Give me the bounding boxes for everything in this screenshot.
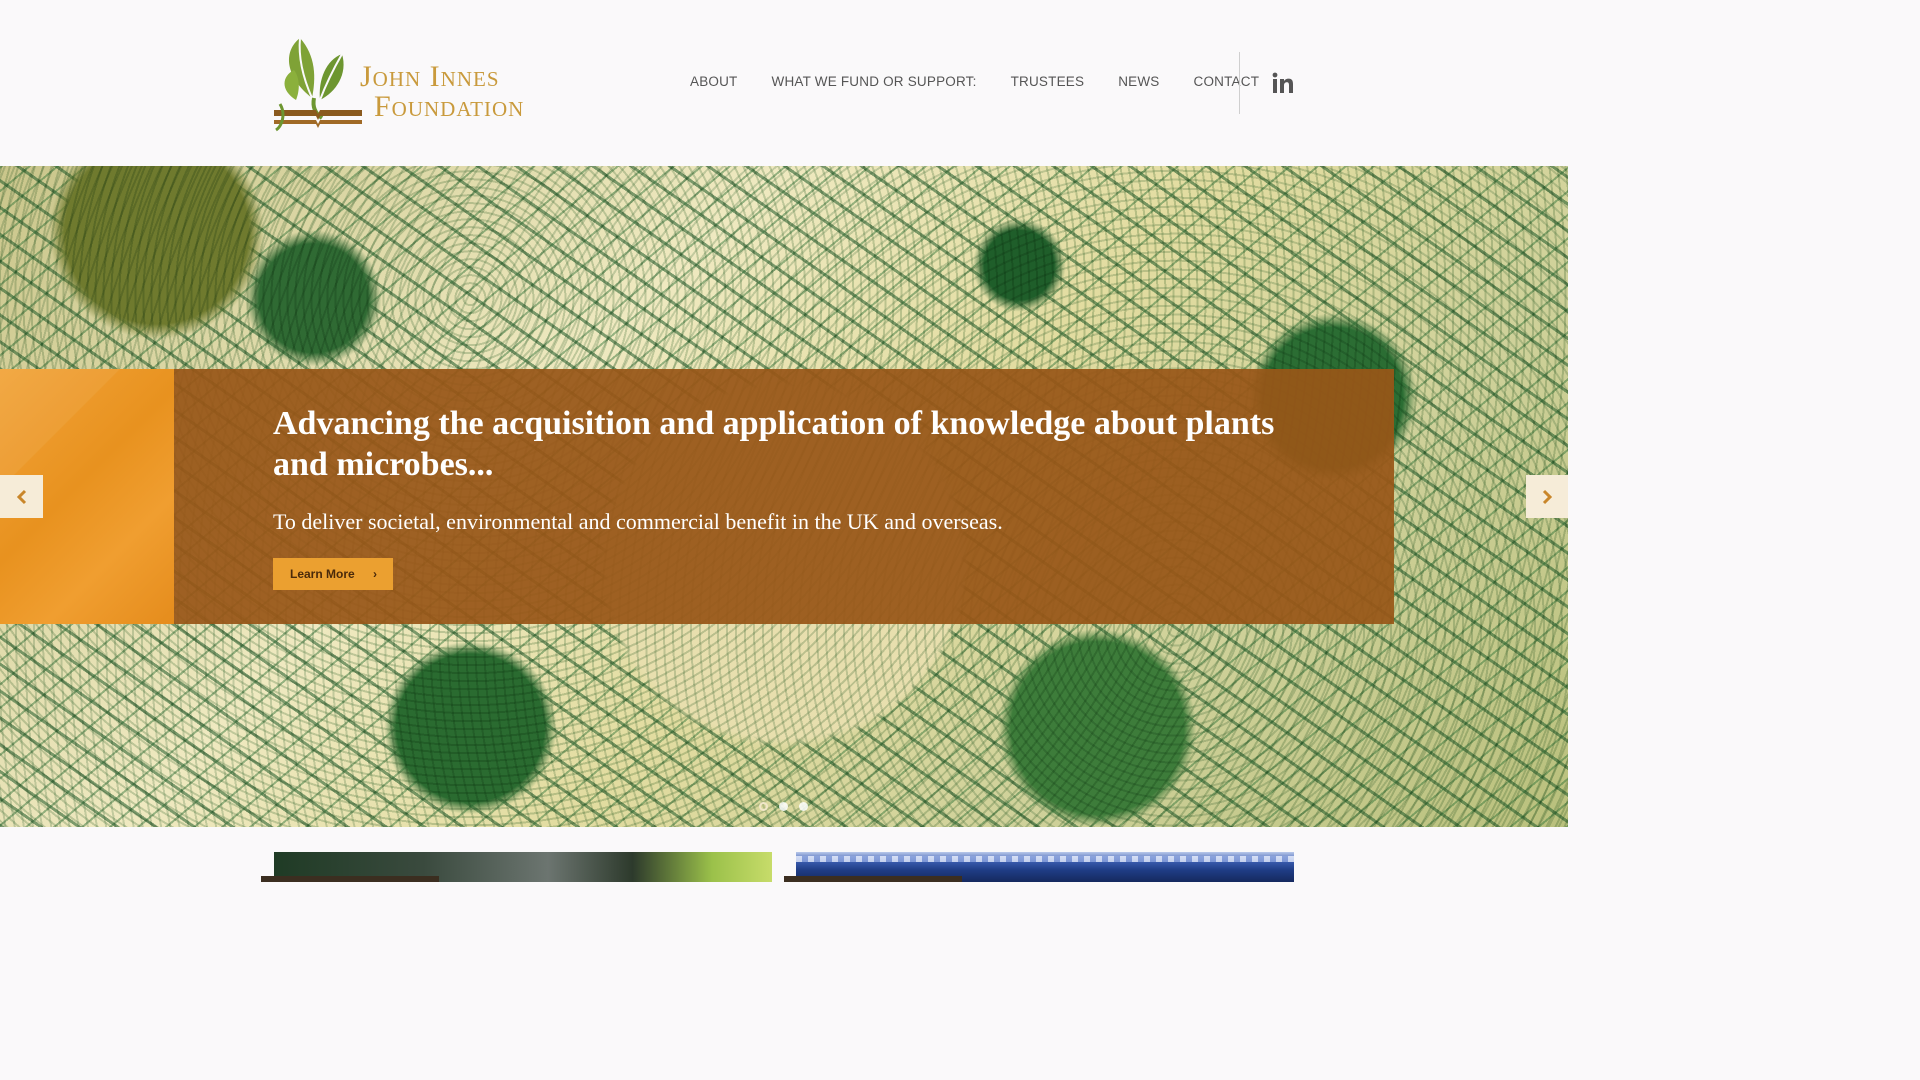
site-logo[interactable]: John Innes Foundation xyxy=(272,34,542,132)
hero-subtitle: To deliver societal, environmental and c… xyxy=(273,509,1003,534)
logo-text: John Innes Foundation xyxy=(360,62,524,122)
chevron-right-icon xyxy=(1542,489,1553,504)
carousel-prev-button[interactable] xyxy=(0,475,43,518)
main-nav: ABOUT WHAT WE FUND OR SUPPORT: TRUSTEES … xyxy=(690,74,1293,89)
carousel-dot-3[interactable] xyxy=(799,802,808,811)
chevron-left-icon xyxy=(16,489,26,504)
site-header: John Innes Foundation ABOUT WHAT WE FUND… xyxy=(0,0,1568,166)
hero-banner: Advancing the acquisition and applicatio… xyxy=(174,369,1394,624)
nav-news[interactable]: NEWS xyxy=(1118,74,1159,89)
feature-card-left-tag xyxy=(261,876,439,882)
carousel-next-button[interactable] xyxy=(1526,475,1568,518)
nav-contact[interactable]: CONTACT xyxy=(1194,74,1260,89)
carousel-dot-2[interactable] xyxy=(779,802,788,811)
hero-title: Advancing the acquisition and applicatio… xyxy=(273,405,1275,483)
nav-about[interactable]: ABOUT xyxy=(690,74,738,89)
logo-line-1: John Innes xyxy=(360,60,500,93)
linkedin-icon[interactable] xyxy=(1272,72,1294,94)
carousel-dot-1[interactable] xyxy=(759,802,768,811)
feature-card-right-tag xyxy=(784,876,962,882)
logo-line-2: Foundation xyxy=(374,90,525,123)
nav-what-we-fund[interactable]: WHAT WE FUND OR SUPPORT: xyxy=(772,74,977,89)
hero-carousel: Advancing the acquisition and applicatio… xyxy=(0,166,1568,827)
logo-leaf-book-icon xyxy=(274,37,362,132)
learn-more-label: Learn More xyxy=(290,567,355,581)
chevron-right-icon: › xyxy=(373,567,377,581)
nav-divider xyxy=(1239,52,1240,114)
learn-more-button[interactable]: Learn More › xyxy=(273,558,393,590)
nav-trustees[interactable]: TRUSTEES xyxy=(1011,74,1085,89)
carousel-dots xyxy=(759,802,808,811)
